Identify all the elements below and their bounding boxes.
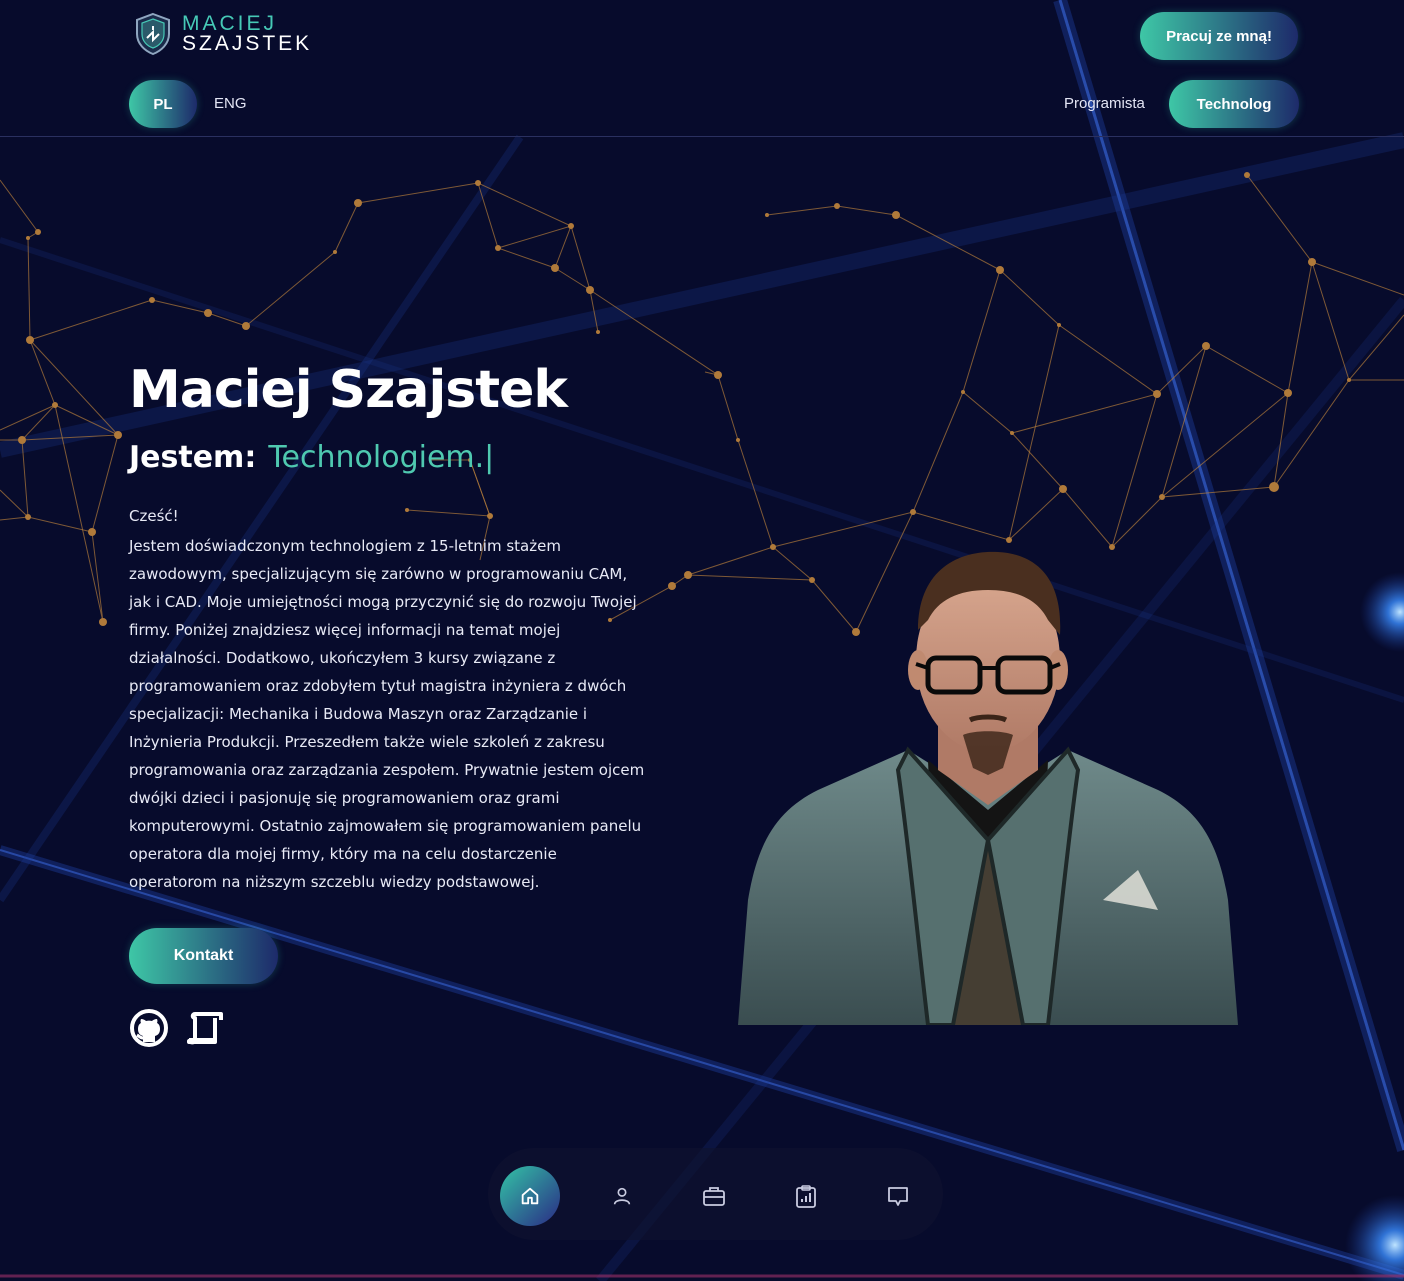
shield-logo-icon <box>136 12 170 56</box>
user-icon <box>613 1187 631 1205</box>
home-icon <box>521 1187 539 1205</box>
hero-role-line: Jestem: Technologiem.| <box>129 440 494 475</box>
language-eng-button[interactable]: ENG <box>214 95 247 112</box>
brand-name: MACIEJ SZAJSTEK <box>182 12 313 55</box>
role-programista-tab[interactable]: Programista <box>1064 95 1145 112</box>
header-divider <box>0 136 1404 137</box>
hero-name: Maciej Szajstek <box>129 360 568 420</box>
nav-skills-button[interactable] <box>776 1166 836 1226</box>
portrait-photo <box>738 551 1238 1025</box>
work-with-me-button[interactable]: Pracuj ze mną! <box>1140 12 1298 60</box>
role-technolog-tab[interactable]: Technolog <box>1169 80 1299 128</box>
clipboard-chart-icon <box>796 1185 816 1208</box>
language-pl-button[interactable]: PL <box>129 80 197 128</box>
github-icon[interactable] <box>129 1008 169 1048</box>
nav-work-button[interactable] <box>684 1166 744 1226</box>
briefcase-icon <box>703 1187 725 1206</box>
nav-about-button[interactable] <box>592 1166 652 1226</box>
cv-scroll-icon[interactable] <box>185 1008 225 1048</box>
nav-contact-button[interactable] <box>868 1166 928 1226</box>
hero-role-value: Technologiem.| <box>268 440 495 475</box>
brand-logo[interactable]: MACIEJ SZAJSTEK <box>134 12 312 56</box>
hero-role-label: Jestem: <box>129 440 257 475</box>
chat-icon <box>888 1187 908 1206</box>
hero-greeting: Cześć! <box>129 507 179 525</box>
contact-button[interactable]: Kontakt <box>129 928 278 984</box>
hero-bio: Jestem doświadczonym technologiem z 15-l… <box>129 537 645 891</box>
nav-home-button[interactable] <box>500 1166 560 1226</box>
brand-name-line2: SZAJSTEK <box>182 32 313 55</box>
brand-name-line1: MACIEJ <box>182 12 278 35</box>
